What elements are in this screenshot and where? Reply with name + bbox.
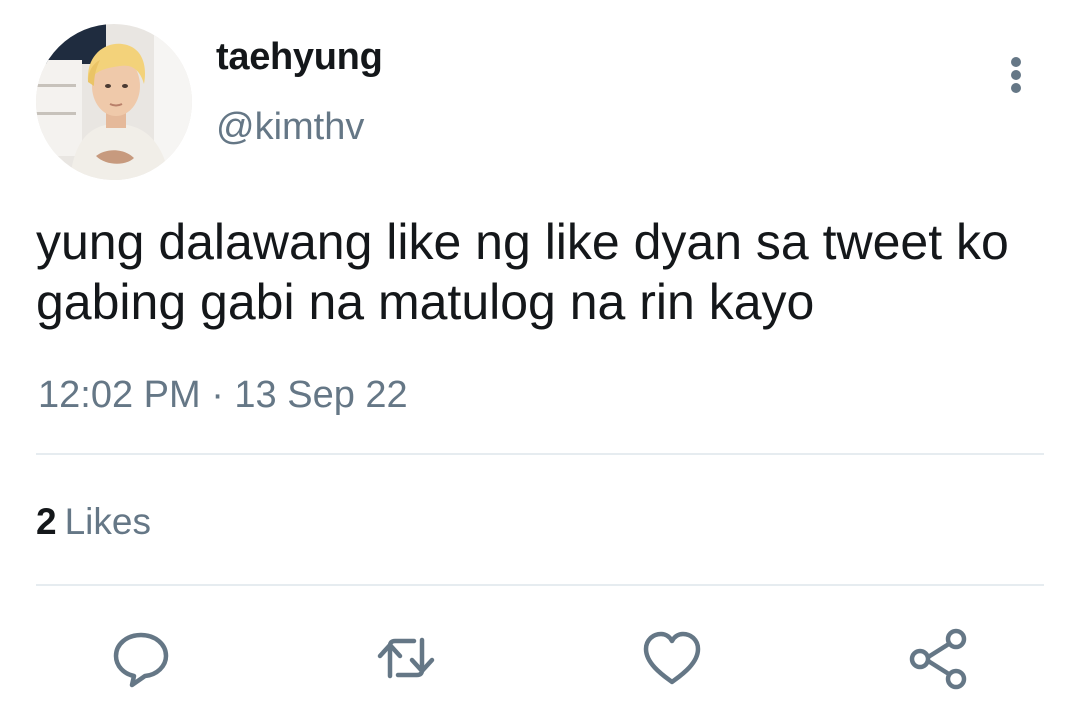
user-handle[interactable]: @kimthv [216,108,364,146]
more-options-button[interactable] [996,50,1036,100]
tweet-text: yung dalawang like ng like dyan sa tweet… [36,214,1009,330]
profile-photo [36,24,192,180]
reply-button[interactable] [109,626,173,690]
retweet-button[interactable] [374,626,438,690]
likes-count-link[interactable]: 2 Likes [36,503,151,540]
more-vertical-icon [1011,57,1021,93]
display-name[interactable]: taehyung [216,38,383,76]
like-button[interactable] [640,626,704,690]
share-icon [909,628,967,690]
likes-count: 2 [36,501,57,542]
reply-icon [113,632,169,688]
tweet-timestamp[interactable]: 12:02 PM · 13 Sep 22 [38,376,408,414]
divider [36,584,1044,586]
divider [36,453,1044,455]
retweet-icon [377,637,435,679]
avatar[interactable] [36,24,192,180]
likes-label: Likes [64,501,151,542]
heart-icon [643,631,701,685]
share-button[interactable] [906,626,970,690]
